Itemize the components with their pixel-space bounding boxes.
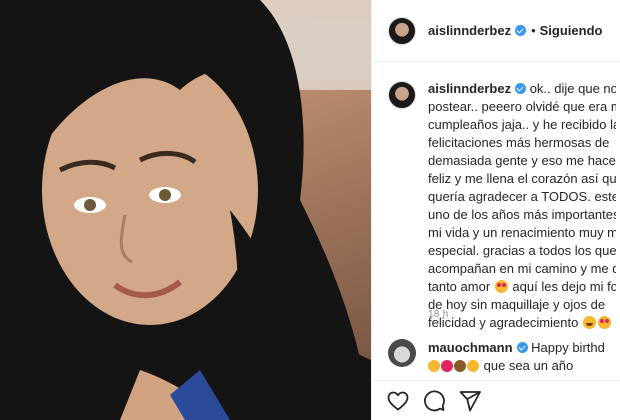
caption-line: cumpleaños jaja.. y he recibido las (428, 117, 616, 132)
share-icon[interactable] (458, 389, 482, 413)
caption-line: mi vida y un renacimiento muy muy (428, 225, 616, 240)
post-timestamp[interactable]: 18 h (428, 309, 449, 320)
balloon-emoji-icon (441, 360, 453, 372)
author-avatar[interactable] (388, 16, 416, 45)
following-button[interactable]: Siguiendo (540, 23, 603, 38)
separator-dot: • (531, 23, 536, 38)
comment-line: Happy birthd (531, 340, 605, 355)
caption-line: uno de los años más importantes d (428, 207, 616, 222)
caption-line: felicidad y agradecimiento (428, 315, 579, 330)
caption-line: especial. gracias a todos los que me (428, 243, 616, 258)
author-username[interactable]: aislinnderbez (428, 23, 511, 38)
laughing-emoji-icon (582, 316, 596, 329)
comment-item: mauochmann Happy birthd que sea un año (388, 339, 616, 375)
commenter-username[interactable]: mauochmann (428, 340, 513, 355)
caption-line: quería agradecer a TODOS. este es (428, 189, 616, 204)
caption-text: aislinnderbez ok.. dije que no iba poste… (428, 80, 616, 332)
caption-author-avatar[interactable] (388, 81, 416, 109)
party-emoji-icon (467, 360, 479, 372)
caption-line: postear.. peeero olvidé que era mi (428, 99, 616, 114)
caption-author-username[interactable]: aislinnderbez (428, 81, 511, 96)
verified-badge-icon (516, 342, 528, 353)
post-header: aislinnderbez • Siguiendo (372, 0, 620, 62)
cake-emoji-icon (454, 360, 466, 372)
verified-badge-icon (515, 25, 527, 36)
heart-eyes-emoji-icon (494, 280, 508, 293)
comment-icon[interactable] (422, 389, 446, 413)
post-photo[interactable] (0, 0, 371, 420)
caption-line: acompañan en mi camino y me dan (428, 261, 616, 276)
heart-eyes-emoji-icon (597, 316, 611, 329)
caption-line: de hoy sin maquillaje y ojos de (428, 297, 606, 312)
caption-line: ok.. dije que no iba (529, 81, 616, 96)
verified-badge-icon (515, 83, 527, 94)
post-side-panel: aislinnderbez • Siguiendo aislinnderbez … (371, 0, 620, 420)
caption-line: felicitaciones más hermosas de (428, 135, 610, 150)
caption-line: tanto amor (428, 279, 491, 294)
portrait-illustration (0, 0, 371, 420)
caption-line: demasiada gente y eso me hace mu (428, 153, 616, 168)
post-actions-bar (372, 380, 620, 420)
heart-icon[interactable] (386, 389, 410, 413)
crown-emoji-icon (428, 360, 440, 372)
commenter-avatar[interactable] (388, 339, 416, 367)
caption-line: aquí les dejo mi foto (512, 279, 616, 294)
post-caption: aislinnderbez ok.. dije que no iba poste… (388, 80, 616, 332)
caption-line: feliz y me llena el corazón así que le (428, 171, 616, 186)
comment-text: mauochmann Happy birthd que sea un año (428, 339, 605, 375)
comment-line: que sea un año (483, 358, 574, 373)
